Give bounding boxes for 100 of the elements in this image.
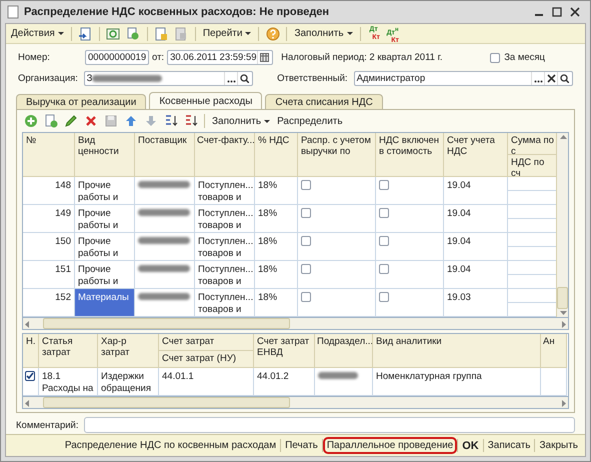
blurred-text xyxy=(138,181,190,188)
table-cell: 18.1 Расходы на xyxy=(39,368,98,396)
blurred-text xyxy=(138,237,190,244)
document-icon[interactable] xyxy=(174,26,188,40)
table-cell: 150 xyxy=(23,233,75,261)
column-header: Н. xyxy=(23,334,39,368)
checkbox[interactable] xyxy=(379,264,389,274)
column-header: Счет затрат ЕНВД xyxy=(254,334,315,368)
table-cell: Поступлен... товаров и xyxy=(195,289,255,317)
column-header: № xyxy=(23,133,75,177)
table-cell: Поступлен... товаров и xyxy=(195,261,255,289)
fill-menu[interactable]: Заполнить xyxy=(292,28,355,39)
table-cell: Прочие работы и xyxy=(75,177,135,205)
sort-ascending-icon[interactable] xyxy=(164,114,178,128)
column-header: Подраздел... xyxy=(315,334,373,368)
table-cell: 18% xyxy=(255,177,298,205)
up-arrow-icon[interactable] xyxy=(124,114,138,128)
footer-button[interactable]: Закрыть xyxy=(535,439,582,452)
pencil-icon[interactable] xyxy=(64,114,78,128)
column-header: Ан xyxy=(541,334,567,368)
column-header: Счет затрат (НУ) xyxy=(159,351,254,368)
search-icon[interactable] xyxy=(560,74,568,83)
checkbox[interactable] xyxy=(379,208,389,218)
down-arrow-icon[interactable] xyxy=(144,114,158,128)
tab[interactable]: Косвенные расходы xyxy=(149,92,262,109)
table-cell: Номенклатурная группа xyxy=(373,368,541,396)
table-cell: 18% xyxy=(255,261,298,289)
column-header: Вид ценности xyxy=(75,133,135,177)
save-icon[interactable] xyxy=(104,114,118,128)
scroll-up-icon[interactable] xyxy=(558,133,566,141)
checkbox[interactable] xyxy=(301,264,311,274)
date-field[interactable]: 30.06.2011 23:59:59 xyxy=(167,50,274,65)
checkbox[interactable] xyxy=(301,236,311,246)
goto-menu[interactable]: Перейти xyxy=(200,28,254,39)
blurred-text xyxy=(318,372,358,379)
monthly-checkbox[interactable] xyxy=(490,52,500,62)
checkbox[interactable] xyxy=(379,180,389,190)
help-icon[interactable] xyxy=(266,26,280,40)
table-cell: 19.03 xyxy=(444,289,508,317)
responsible-label: Ответственный: xyxy=(277,73,348,84)
sort-descending-icon[interactable] xyxy=(184,114,198,128)
delete-icon[interactable] xyxy=(84,114,98,128)
table-cell: 148 xyxy=(23,177,75,205)
footer-button[interactable]: Параллельное проведение xyxy=(322,437,458,454)
checkbox[interactable] xyxy=(25,371,35,381)
comment-field[interactable] xyxy=(84,417,575,433)
table-cell: Поступлен... товаров и xyxy=(195,177,255,205)
calendar-icon[interactable] xyxy=(260,53,269,62)
table-cell: 19.04 xyxy=(444,261,508,289)
organization-field[interactable]: З xyxy=(84,71,254,86)
column-header: Счет-факту... xyxy=(195,133,255,177)
table-cell: 19.04 xyxy=(444,205,508,233)
column-header: Поставщик xyxy=(135,133,195,177)
checkbox[interactable] xyxy=(301,292,311,302)
fill-menu[interactable]: Заполнить xyxy=(210,116,272,126)
column-header: Вид аналитики xyxy=(373,334,541,368)
footer-button[interactable]: Печать xyxy=(281,439,322,452)
column-header: Распр. с учетом выручки по xyxy=(298,133,376,177)
scrollbar-thumb[interactable] xyxy=(43,397,290,408)
column-header: НДС по сч xyxy=(508,155,558,177)
table-cell: Издержки обращения xyxy=(98,368,159,396)
checkbox[interactable] xyxy=(379,292,389,302)
add-icon[interactable] xyxy=(24,114,38,128)
checkbox[interactable] xyxy=(379,236,389,246)
date-label: от: xyxy=(152,52,164,63)
scrollbar-thumb[interactable] xyxy=(43,318,290,329)
number-label: Номер: xyxy=(18,52,51,63)
table-cell: 18% xyxy=(255,205,298,233)
footer-button[interactable]: Распределение НДС по косвенным расходам xyxy=(60,439,280,452)
close-icon[interactable] xyxy=(570,7,580,17)
column-header: НДС включен в стоимость xyxy=(376,133,444,177)
maximize-icon[interactable] xyxy=(552,7,562,17)
search-icon[interactable] xyxy=(240,74,249,83)
clear-icon[interactable] xyxy=(546,74,556,83)
checkbox[interactable] xyxy=(301,180,311,190)
table-cell: Поступлен... товаров и xyxy=(195,205,255,233)
tax-period-text: Налоговый период: 2 квартал 2011 г. xyxy=(281,52,443,63)
window-title: Распределение НДС косвенных расходов: Не проведен xyxy=(24,6,330,18)
distribute-button[interactable]: Распределить xyxy=(275,116,345,126)
checkbox[interactable] xyxy=(301,208,311,218)
tab[interactable]: Счета списания НДС xyxy=(265,94,383,109)
document-icon[interactable] xyxy=(154,26,168,40)
scrollbar-thumb[interactable] xyxy=(557,287,568,309)
column-header: Хар-р затрат xyxy=(98,334,159,368)
column-header: Счет учета НДС xyxy=(444,133,508,177)
column-header: Счет затрат xyxy=(159,334,254,351)
column-header: Сумма по с xyxy=(508,133,558,155)
responsible-field[interactable]: Администратор xyxy=(354,71,573,86)
table-cell: 44.01.1 xyxy=(159,368,254,396)
organization-label: Организация: xyxy=(18,73,79,84)
blurred-text xyxy=(138,209,190,216)
table-cell: Материалы xyxy=(75,289,135,317)
footer-button[interactable]: Записать xyxy=(484,439,534,452)
number-field[interactable]: 00000000019 xyxy=(85,50,149,65)
table-cell: 18% xyxy=(255,289,298,317)
check-icon xyxy=(26,372,34,380)
table-cell: 19.04 xyxy=(444,177,508,205)
tab[interactable]: Выручка от реализации xyxy=(16,94,146,109)
actions-menu[interactable]: Действия xyxy=(9,28,66,39)
ok-button[interactable]: OK xyxy=(458,438,483,452)
